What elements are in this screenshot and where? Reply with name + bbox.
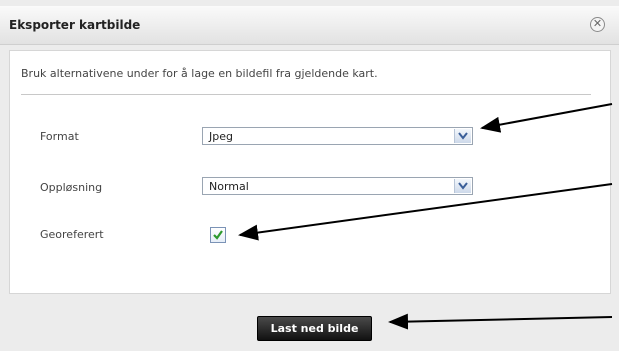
annotation-arrow [480, 103, 613, 133]
annotation-arrow [238, 183, 613, 241]
annotation-arrow [388, 313, 613, 330]
annotation-arrows [238, 103, 613, 330]
export-map-dialog: Eksporter kartbilde ✕ Bruk alternativene… [0, 0, 619, 351]
